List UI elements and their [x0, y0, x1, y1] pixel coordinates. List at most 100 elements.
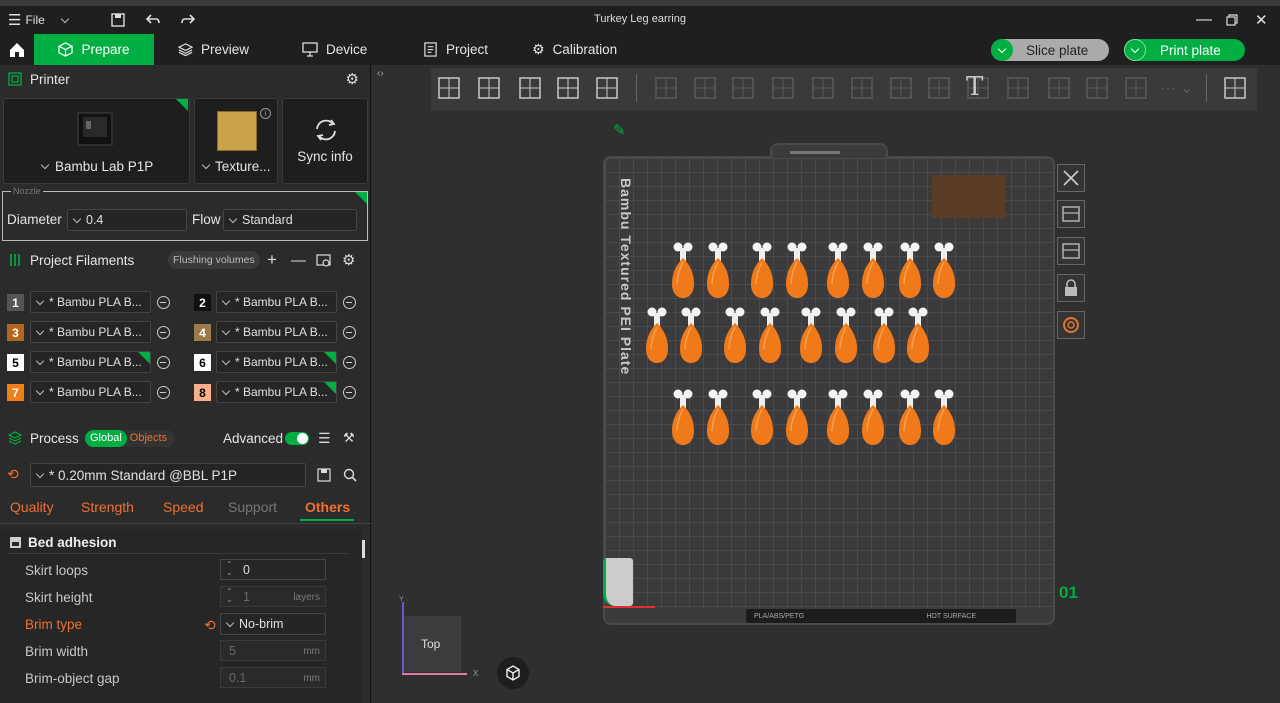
turkey-leg-object[interactable] — [670, 389, 696, 447]
filament-4-select[interactable]: * Bambu PLA B... — [216, 321, 337, 343]
arrange-plate-icon[interactable] — [1057, 237, 1085, 265]
variable-layer-icon[interactable] — [1082, 72, 1116, 106]
filament-6-color-swatch[interactable]: 6 — [194, 354, 211, 371]
filament-2-color-swatch[interactable]: 2 — [194, 294, 211, 311]
slice-plate-button[interactable]: Slice plate — [991, 39, 1109, 61]
arrange-icon[interactable] — [553, 72, 587, 106]
remove-filament-icon[interactable]: — — [291, 252, 306, 269]
minimize-button[interactable]: — — [1196, 11, 1212, 29]
filament-7-color-swatch[interactable]: 7 — [7, 384, 24, 401]
filament-3-options-icon[interactable] — [157, 326, 170, 339]
reset-brim-icon[interactable]: ⟲ — [204, 617, 216, 634]
turkey-leg-object[interactable] — [825, 389, 851, 447]
filament-settings-gear-icon[interactable]: ⚙ — [342, 251, 355, 269]
subtab-support[interactable]: Support — [228, 499, 277, 515]
plate-type-card[interactable]: i Texture... — [194, 98, 278, 184]
close-button[interactable]: ✕ — [1255, 11, 1268, 29]
tab-preview[interactable]: Preview — [178, 34, 249, 65]
maximize-button[interactable] — [1225, 11, 1239, 29]
global-option[interactable]: Global — [85, 429, 127, 447]
home-button[interactable] — [0, 34, 34, 65]
turkey-leg-object[interactable] — [644, 307, 670, 365]
filament-sync-icon[interactable] — [316, 253, 331, 268]
tab-calibration[interactable]: ⚙ Calibration — [532, 34, 617, 65]
filament-5-select[interactable]: * Bambu PLA B... — [30, 351, 151, 373]
filament-1-color-swatch[interactable]: 1 — [7, 294, 24, 311]
subtab-strength[interactable]: Strength — [81, 499, 134, 515]
boolean-icon[interactable] — [847, 72, 881, 106]
layer-split-icon[interactable] — [592, 72, 626, 106]
view-cube[interactable]: Top — [403, 616, 461, 672]
turkey-leg-object[interactable] — [931, 242, 957, 300]
scrollbar-thumb[interactable] — [362, 540, 365, 558]
filament-7-select[interactable]: * Bambu PLA B... — [30, 381, 151, 403]
edit-plate-name-icon[interactable]: ✎ — [613, 121, 626, 139]
turkey-leg-object[interactable] — [860, 389, 886, 447]
objects-option[interactable]: Objects — [127, 432, 167, 444]
print-plate-button[interactable]: Print plate — [1124, 39, 1245, 61]
filament-4-color-swatch[interactable]: 4 — [194, 324, 211, 341]
subtab-others[interactable]: Others — [305, 499, 350, 515]
filament-8-select[interactable]: * Bambu PLA B... — [216, 381, 337, 403]
cut-icon[interactable] — [808, 72, 842, 106]
filament-7-options-icon[interactable] — [157, 386, 170, 399]
turkey-leg-object[interactable] — [678, 307, 704, 365]
move-icon[interactable] — [651, 72, 685, 106]
nozzle-diameter-select[interactable]: 0.4 — [67, 209, 187, 231]
filament-6-select[interactable]: * Bambu PLA B... — [216, 351, 337, 373]
turkey-leg-object[interactable] — [871, 307, 897, 365]
add-object-icon[interactable] — [434, 72, 468, 106]
process-preset-select[interactable]: * 0.20mm Standard @BBL P1P — [30, 463, 306, 487]
reset-preset-icon[interactable]: ⟲ — [7, 466, 19, 483]
turkey-leg-object[interactable] — [931, 389, 957, 447]
lock-plate-icon[interactable] — [1057, 274, 1085, 302]
filament-8-options-icon[interactable] — [343, 386, 356, 399]
flow-select[interactable]: Standard — [223, 209, 357, 231]
slice-dropdown[interactable] — [991, 39, 1013, 61]
turkey-leg-object[interactable] — [722, 307, 748, 365]
turkey-leg-object[interactable] — [798, 307, 824, 365]
turkey-leg-object[interactable] — [897, 389, 923, 447]
subtab-speed[interactable]: Speed — [163, 499, 203, 515]
assembly-icon[interactable] — [1044, 72, 1078, 106]
turkey-leg-object[interactable] — [825, 242, 851, 300]
add-plate-icon[interactable] — [474, 72, 508, 106]
scale-icon[interactable] — [728, 72, 762, 106]
global-objects-toggle[interactable]: Global Objects — [85, 429, 175, 447]
filament-5-options-icon[interactable] — [157, 356, 170, 369]
filament-1-select[interactable]: * Bambu PLA B... — [30, 291, 151, 313]
info-icon[interactable]: i — [260, 108, 271, 119]
filament-1-options-icon[interactable] — [157, 296, 170, 309]
turkey-leg-object[interactable] — [784, 242, 810, 300]
stack-icon[interactable] — [1121, 72, 1155, 106]
magic-wand-icon[interactable]: ⚒ — [343, 430, 355, 446]
return-icon[interactable] — [1220, 72, 1254, 106]
wipe-tower[interactable] — [932, 175, 1005, 218]
filament-6-options-icon[interactable] — [343, 356, 356, 369]
tab-project[interactable]: Project — [423, 34, 488, 65]
plate-settings-icon[interactable] — [1057, 311, 1085, 339]
skirt-loops-input[interactable]: 0 ⌃ ⌄ — [220, 559, 326, 580]
text-icon[interactable]: T — [966, 72, 1000, 106]
advanced-toggle[interactable] — [285, 431, 309, 445]
more-options-icon[interactable]: ··· ⌄ — [1160, 78, 1194, 112]
turkey-leg-object[interactable] — [670, 242, 696, 300]
sync-info-button[interactable]: Sync info — [282, 98, 368, 184]
filament-5-color-swatch[interactable]: 5 — [7, 354, 24, 371]
lay-on-face-icon[interactable] — [768, 72, 802, 106]
tab-prepare[interactable]: Prepare — [34, 34, 154, 65]
printer-model-card[interactable]: Bambu Lab P1P — [3, 98, 190, 184]
filament-8-color-swatch[interactable]: 8 — [194, 384, 211, 401]
turkey-leg-object[interactable] — [833, 307, 859, 365]
stepper-icon[interactable]: ⌃ ⌄ — [226, 561, 233, 577]
support-paint-icon[interactable] — [886, 72, 920, 106]
filament-3-select[interactable]: * Bambu PLA B... — [30, 321, 151, 343]
filament-3-color-swatch[interactable]: 3 — [7, 324, 24, 341]
print-dropdown[interactable] — [1124, 39, 1146, 61]
turkey-leg-object[interactable] — [897, 242, 923, 300]
tab-device[interactable]: Device — [302, 34, 367, 65]
auto-arrange-icon[interactable] — [515, 72, 549, 106]
turkey-leg-object[interactable] — [757, 307, 783, 365]
filament-2-options-icon[interactable] — [343, 296, 356, 309]
save-preset-icon[interactable] — [317, 468, 331, 482]
